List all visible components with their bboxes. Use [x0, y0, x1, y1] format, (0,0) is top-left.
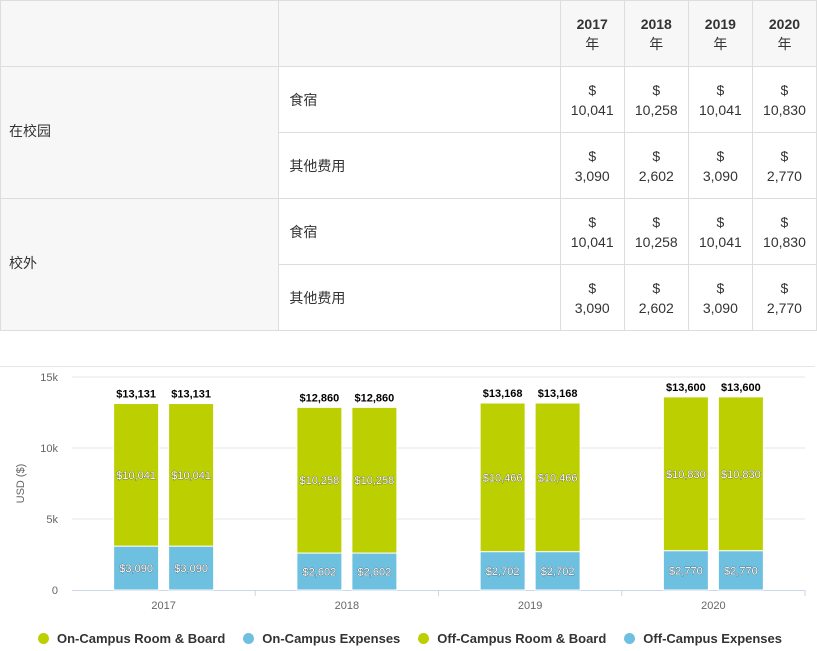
table-header-row: 2017 年 2018 年 2019 年 2020 年 [0, 0, 817, 67]
group-label-off-campus: 校外 [0, 198, 280, 331]
data-label: $10,041 [171, 470, 211, 482]
header-blank-cell [278, 0, 561, 67]
data-label: $2,702 [541, 566, 575, 578]
row-label: 其他费用 [278, 132, 561, 199]
legend-label: Off-Campus Room & Board [437, 630, 607, 646]
header-blank-cell [0, 0, 280, 67]
x-tick-label: 2020 [701, 600, 725, 612]
value-cell: $2,770 [751, 264, 817, 331]
row-label: 食宿 [278, 66, 561, 133]
data-label: $10,041 [116, 470, 156, 482]
legend-item-off-campus-expenses[interactable]: Off-Campus Expenses [624, 631, 782, 646]
data-label: $10,258 [354, 475, 394, 487]
data-label: $2,702 [486, 566, 520, 578]
value-cell: $3,090 [559, 132, 625, 199]
y-tick-label: 5k [46, 514, 58, 526]
total-label: $12,860 [354, 392, 394, 404]
year-header-2017: 2017 年 [559, 0, 625, 67]
data-label: $2,770 [724, 565, 758, 577]
y-axis-title: USD ($) [15, 464, 27, 504]
value-cell: $3,090 [687, 132, 753, 199]
data-label: $2,602 [303, 567, 337, 579]
y-tick-label: 15k [40, 372, 58, 384]
year-header-2019: 2019 年 [687, 0, 753, 67]
total-label: $13,131 [171, 389, 211, 401]
value-cell: $2,602 [623, 132, 689, 199]
year-header-2018: 2018 年 [623, 0, 689, 67]
y-tick-label: 0 [52, 585, 58, 597]
x-tick-label: 2019 [518, 600, 542, 612]
legend-item-on-campus-room-board[interactable]: On-Campus Room & Board [38, 631, 225, 646]
value-cell: $10,258 [623, 198, 689, 265]
total-label: $13,168 [538, 388, 578, 400]
data-label: $10,466 [483, 472, 523, 484]
legend-label: On-Campus Room & Board [57, 630, 226, 646]
data-label: $2,602 [358, 567, 392, 579]
value-cell: $3,090 [687, 264, 753, 331]
row-label: 食宿 [278, 198, 561, 265]
total-label: $13,131 [116, 389, 156, 401]
x-tick-label: 2017 [151, 600, 175, 612]
legend-dot-icon [418, 632, 430, 644]
value-cell: $2,770 [751, 132, 817, 199]
data-label: $3,090 [119, 563, 153, 575]
data-label: $10,258 [299, 475, 339, 487]
value-cell: $10,041 [687, 198, 753, 265]
value-cell: $10,041 [687, 66, 753, 133]
total-label: $13,600 [666, 382, 706, 394]
value-cell: $10,830 [751, 66, 817, 133]
value-cell: $10,830 [751, 198, 817, 265]
legend-dot-icon [38, 632, 49, 644]
data-label: $10,830 [666, 469, 706, 481]
cost-chart: 0 5k 10k 15k USD ($) 2017 $3,090 $10,041 $13,131… [0, 366, 817, 651]
total-label: $13,600 [721, 382, 761, 394]
table-row: 校外 食宿 $10,041 $10,258 $10,041 $10,830 [0, 198, 817, 331]
row-label: 其他费用 [278, 264, 561, 331]
total-label: $13,168 [483, 388, 523, 400]
value-cell: $3,090 [559, 264, 625, 331]
data-label: $2,770 [669, 565, 703, 577]
legend-item-off-campus-room-board[interactable]: Off-Campus Room & Board [418, 631, 606, 646]
data-label: $10,466 [538, 472, 578, 484]
total-label: $12,860 [299, 392, 339, 404]
data-label: $10,830 [721, 469, 761, 481]
y-tick-label: 10k [40, 443, 58, 455]
value-cell: $10,041 [559, 198, 625, 265]
year-header-2020: 2020 年 [751, 0, 817, 67]
value-cell: $10,041 [559, 66, 625, 133]
cost-chart-svg: 0 5k 10k 15k USD ($) 2017 $3,090 $10,041 $13,131… [15, 372, 806, 612]
legend-dot-icon [243, 632, 255, 644]
legend-item-on-campus-expenses[interactable]: On-Campus Expenses [243, 631, 400, 646]
legend-label: On-Campus Expenses [262, 630, 401, 646]
chart-legend: On-Campus Room & Board On-Campus Expense… [38, 629, 800, 647]
cost-table: 2017 年 2018 年 2019 年 2020 年 在校园 食宿 $10,041 $… [0, 0, 817, 331]
value-cell: $2,602 [623, 264, 689, 331]
value-cell: $10,258 [623, 66, 689, 133]
data-label: $3,090 [174, 563, 208, 575]
group-label-on-campus: 在校园 [0, 66, 280, 199]
table-row: 在校园 食宿 $10,041 $10,258 $10,041 $10,830 [0, 66, 817, 199]
legend-dot-icon [624, 632, 636, 644]
legend-label: Off-Campus Expenses [643, 630, 782, 646]
x-tick-label: 2018 [335, 600, 359, 612]
